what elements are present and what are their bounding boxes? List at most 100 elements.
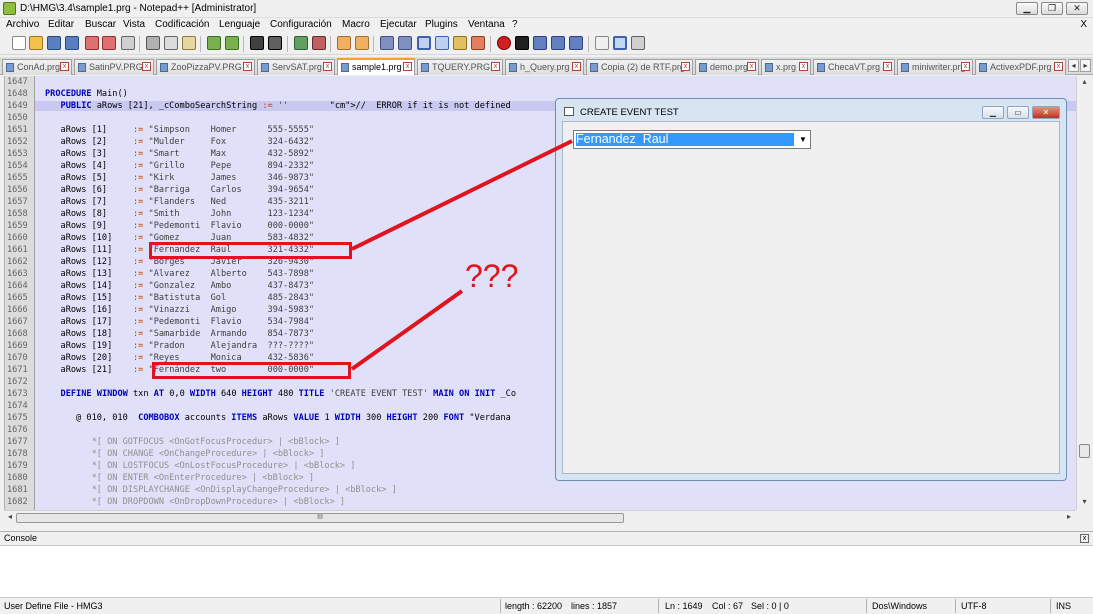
- redo-icon[interactable]: [225, 36, 239, 50]
- menu-plugins[interactable]: Plugins: [425, 19, 458, 30]
- copy-icon[interactable]: [164, 36, 178, 50]
- menu-editar[interactable]: Editar: [48, 19, 74, 30]
- folder-workspace-icon[interactable]: [471, 36, 485, 50]
- tab-tquery[interactable]: TQUERY.PRG x: [417, 59, 503, 75]
- menu-ventana[interactable]: Ventana: [468, 19, 505, 30]
- tab-close-icon[interactable]: x: [60, 62, 69, 71]
- tab-sample1[interactable]: sample1.prg x: [337, 58, 415, 75]
- save-all-icon[interactable]: [65, 36, 79, 50]
- code-line: aRows [4] := "Grillo Pepe 894-2332": [45, 161, 315, 171]
- tab-servsat[interactable]: ServSAT.prg x: [257, 59, 335, 75]
- function-list-icon[interactable]: [453, 36, 467, 50]
- tab-copia-rtf[interactable]: Copia (2) de RTF.prg x: [586, 59, 693, 75]
- menu-close-document[interactable]: X: [1080, 19, 1087, 30]
- scroll-up-icon[interactable]: ▴: [1079, 77, 1090, 88]
- tab-checavt[interactable]: ChecaVT.prg x: [813, 59, 895, 75]
- maximize-button[interactable]: ❐: [1041, 2, 1063, 15]
- accounts-combobox[interactable]: Fernandez Raul ▼: [573, 130, 811, 149]
- tab-close-icon[interactable]: x: [1054, 62, 1063, 71]
- minimize-button[interactable]: ▁: [1016, 2, 1038, 15]
- paste-icon[interactable]: [182, 36, 196, 50]
- tab-close-icon[interactable]: x: [883, 62, 892, 71]
- tab-close-icon[interactable]: x: [681, 62, 690, 71]
- code-line: @ 010, 010 COMBOBOX accounts ITEMS aRows…: [45, 413, 511, 423]
- indent-guide-icon[interactable]: [417, 36, 431, 50]
- tab-activexpdf[interactable]: ActivexPDF.prg x: [975, 59, 1066, 75]
- print-icon[interactable]: [121, 36, 135, 50]
- tab-close-icon[interactable]: x: [961, 62, 970, 71]
- word-wrap-icon[interactable]: [380, 36, 394, 50]
- menu-codificacion[interactable]: Codificación: [155, 19, 209, 30]
- menu-vista[interactable]: Vista: [123, 19, 145, 30]
- menu-ejecutar[interactable]: Ejecutar: [380, 19, 417, 30]
- new-file-icon[interactable]: [12, 36, 26, 50]
- line-number: 1681: [7, 485, 28, 495]
- tab-close-icon[interactable]: x: [491, 62, 500, 71]
- horizontal-scroll-thumb[interactable]: III: [16, 513, 624, 523]
- spell-check-icon[interactable]: [595, 36, 609, 50]
- vertical-scroll-thumb[interactable]: [1079, 444, 1090, 458]
- tab-scroll-right-icon[interactable]: ▸: [1080, 59, 1091, 72]
- find-icon[interactable]: [250, 36, 264, 50]
- show-all-chars-icon[interactable]: [398, 36, 412, 50]
- zoom-in-icon[interactable]: [294, 36, 308, 50]
- console-toggle-icon[interactable]: [613, 36, 627, 50]
- cut-icon[interactable]: [146, 36, 160, 50]
- close-all-icon[interactable]: [102, 36, 116, 50]
- tab-close-icon[interactable]: x: [142, 62, 151, 71]
- vertical-scrollbar[interactable]: ▴ ▾: [1076, 76, 1091, 510]
- scroll-left-icon[interactable]: ◂: [5, 512, 15, 523]
- record-macro-icon[interactable]: [497, 36, 511, 50]
- menu-archivo[interactable]: Archivo: [6, 19, 39, 30]
- play-macro-icon[interactable]: [533, 36, 547, 50]
- document-map-icon[interactable]: [435, 36, 449, 50]
- zoom-out-icon[interactable]: [312, 36, 326, 50]
- undo-icon[interactable]: [207, 36, 221, 50]
- tab-zoopizzapv[interactable]: ZooPizzaPV.PRG x: [156, 59, 255, 75]
- tab-x[interactable]: x.prg x: [761, 59, 811, 75]
- tab-scroll-left-icon[interactable]: ◂: [1068, 59, 1079, 72]
- status-file-type: User Define File - HMG3: [4, 601, 103, 611]
- status-line-number: Ln : 1649: [665, 601, 703, 611]
- tab-miniwriter[interactable]: miniwriter.prg x: [897, 59, 973, 75]
- close-button[interactable]: ✕: [1066, 2, 1088, 15]
- sync-horizontal-icon[interactable]: [355, 36, 369, 50]
- tab-satinpv[interactable]: SatinPV.PRG x: [74, 59, 154, 75]
- chevron-down-icon[interactable]: ▼: [796, 131, 810, 148]
- tab-conad[interactable]: ConAd.prg x: [2, 59, 72, 75]
- menu-configuracion[interactable]: Configuración: [270, 19, 332, 30]
- dialog-minimize-button[interactable]: ▁: [982, 106, 1004, 119]
- stop-macro-icon[interactable]: [515, 36, 529, 50]
- tab-demo[interactable]: demo.prg x: [695, 59, 759, 75]
- tab-close-icon[interactable]: x: [403, 62, 412, 71]
- line-number-gutter: 1647 1648 1649 1650 1651 1652 1653 1654 1655 1656…: [5, 76, 35, 510]
- save-macro-icon[interactable]: [569, 36, 583, 50]
- dialog-maximize-button[interactable]: ▭: [1007, 106, 1029, 119]
- horizontal-scrollbar[interactable]: ◂ III ▸: [4, 510, 1076, 524]
- plugin-icon[interactable]: [631, 36, 645, 50]
- run-macro-multiple-icon[interactable]: [551, 36, 565, 50]
- tab-close-icon[interactable]: x: [243, 62, 252, 71]
- menu-lenguaje[interactable]: Lenguaje: [219, 19, 260, 30]
- tab-close-icon[interactable]: x: [799, 62, 808, 71]
- open-file-icon[interactable]: [29, 36, 43, 50]
- save-icon[interactable]: [47, 36, 61, 50]
- menu-help[interactable]: ?: [512, 19, 518, 30]
- tab-close-icon[interactable]: x: [323, 62, 332, 71]
- scroll-down-icon[interactable]: ▾: [1079, 497, 1090, 508]
- console-close-icon[interactable]: x: [1080, 534, 1089, 543]
- dialog-close-button[interactable]: ✕: [1032, 106, 1060, 119]
- line-number: 1655: [7, 173, 28, 183]
- close-file-icon[interactable]: [85, 36, 99, 50]
- replace-icon[interactable]: [268, 36, 282, 50]
- code-line: *[ ON DISPLAYCHANGE <OnDisplayChangeProc…: [45, 485, 397, 495]
- code-line: aRows [9] := "Pedemonti Flavio 000-0000": [45, 221, 315, 231]
- sync-vertical-icon[interactable]: [337, 36, 351, 50]
- tab-h-query[interactable]: h_Query.prg x: [505, 59, 584, 75]
- menu-macro[interactable]: Macro: [342, 19, 370, 30]
- menu-buscar[interactable]: Buscar: [85, 19, 116, 30]
- tab-close-icon[interactable]: x: [747, 62, 756, 71]
- file-icon: [979, 63, 987, 72]
- tab-close-icon[interactable]: x: [572, 62, 581, 71]
- scroll-right-icon[interactable]: ▸: [1064, 512, 1074, 523]
